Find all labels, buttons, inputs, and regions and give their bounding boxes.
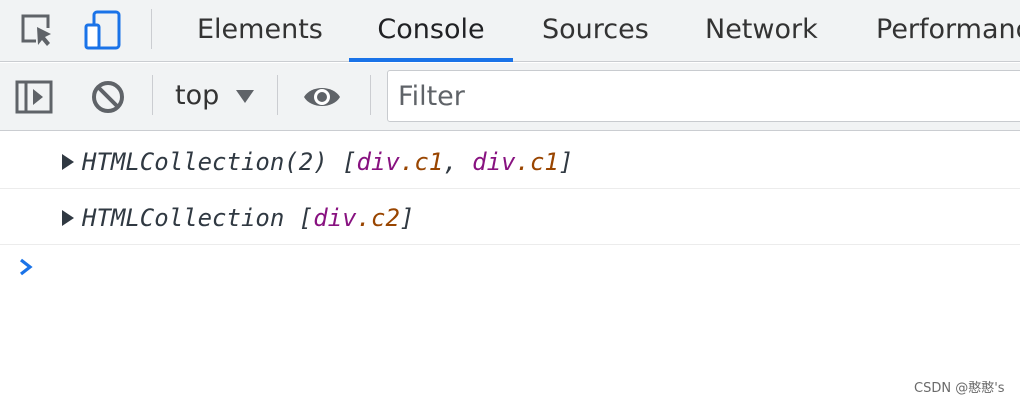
tab-elements[interactable]: Elements [197,0,323,62]
console-sidebar-icon[interactable] [14,77,54,117]
filter-field[interactable] [387,70,1020,122]
element-class: .c2 [356,204,400,232]
collection-label: HTMLCollection [ [82,204,314,232]
expand-triangle-icon[interactable] [61,209,75,227]
devtools-tab-bar: Elements Console Sources Network Perform… [0,0,1020,62]
console-messages: HTMLCollection(2) [div.c1, div.c1] HTMLC… [0,132,1020,402]
filter-input[interactable] [398,71,998,121]
tab-sources[interactable]: Sources [542,0,649,62]
collection-close: ] [399,204,415,232]
collection-close: ] [558,148,574,176]
active-tab-indicator [349,58,513,62]
inspect-element-icon[interactable] [17,10,57,50]
expand-triangle-icon[interactable] [61,153,75,171]
prompt-chevron-icon[interactable] [18,256,34,278]
element-class: .c1 [515,148,559,176]
watermark: CSDN @憨憨's [914,381,1005,396]
list-separator: , [443,148,473,176]
tab-performance[interactable]: Performanc [876,0,1020,62]
console-message: HTMLCollection [div.c2] [0,190,1020,245]
dropdown-caret-icon [236,90,254,103]
device-toolbar-icon[interactable] [84,10,124,50]
console-message: HTMLCollection(2) [div.c1, div.c1] [0,134,1020,189]
element-tag: div [313,204,357,232]
element-tag: div [356,148,400,176]
toolbar-divider [151,9,152,49]
tab-network[interactable]: Network [705,0,818,62]
toolbar-divider [152,75,153,115]
console-message-text[interactable]: HTMLCollection [div.c2] [82,190,414,247]
console-toolbar: top [0,63,1020,131]
collection-label: HTMLCollection(2) [ [82,148,357,176]
eye-icon[interactable] [302,77,342,117]
context-selector-label: top [175,80,220,111]
tab-console[interactable]: Console [349,0,513,62]
clear-console-icon[interactable] [88,77,128,117]
element-tag: div [472,148,516,176]
context-selector[interactable]: top [172,73,264,119]
console-message-text[interactable]: HTMLCollection(2) [div.c1, div.c1] [82,134,573,191]
toolbar-divider [277,75,278,115]
toolbar-divider [370,75,371,115]
element-class: .c1 [399,148,444,176]
